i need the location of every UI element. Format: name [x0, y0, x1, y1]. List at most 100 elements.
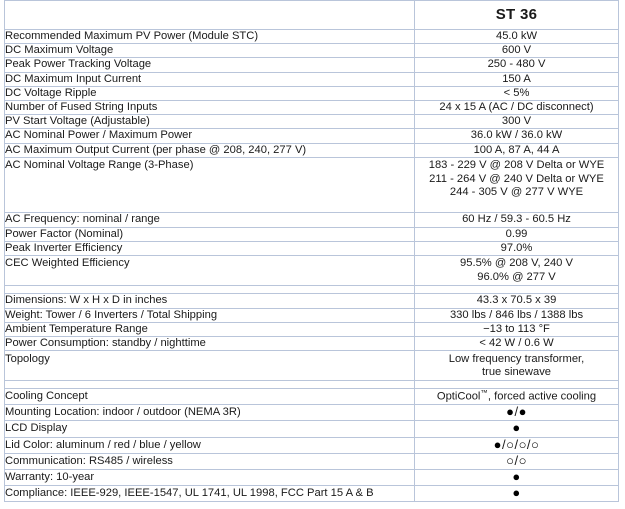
spec-label: Number of Fused String Inputs — [4, 100, 415, 116]
table-row: Ambient Temperature Range −13 to 113 °F — [4, 321, 619, 338]
spec-value: 36.0 kW / 36.0 kW — [414, 128, 619, 144]
spec-label: AC Nominal Voltage Range (3-Phase) — [4, 156, 415, 214]
table-row: DC Maximum Voltage 600 V — [4, 43, 619, 59]
table-row: Topology Low frequency transformer, true s… — [4, 350, 619, 382]
spec-label: DC Maximum Input Current — [4, 71, 415, 87]
spec-value: 0.99 — [414, 226, 619, 242]
spec-label: Compliance: IEEE-929, IEEE-1547, UL 1741… — [4, 485, 415, 503]
spec-value: −13 to 113 °F — [414, 321, 619, 338]
spec-label: Mounting Location: indoor / outdoor (NEM… — [4, 404, 415, 422]
header-label-cell — [4, 0, 415, 30]
filled-circle-icon: ● — [512, 469, 521, 484]
availability-indicator-group: ● — [512, 420, 520, 435]
table-row: AC Nominal Power / Maximum Power 36.0 kW … — [4, 128, 619, 144]
table-row: Number of Fused String Inputs 24 x 15 A (… — [4, 100, 619, 116]
spacer-label-cell — [4, 285, 415, 295]
spec-label: Warranty: 10-year — [4, 468, 415, 487]
filled-circle-icon: ● — [493, 436, 502, 452]
spec-label: Lid Color: aluminum / red / blue / yello… — [4, 436, 415, 454]
table-row: Recommended Maximum PV Power (Module STC… — [4, 28, 619, 45]
spec-value: 100 A, 87 A, 44 A — [414, 142, 619, 158]
spec-label: Power Factor (Nominal) — [4, 226, 415, 242]
trademark-icon: ™ — [480, 388, 488, 398]
filled-circle-icon: ● — [512, 485, 521, 501]
spec-value: OptiCool™, forced active cooling — [414, 388, 619, 406]
spec-value-line: 95.5% @ 208 V, 240 V — [460, 257, 573, 270]
spacer-value-cell — [414, 380, 619, 390]
spec-value: 300 V — [414, 114, 619, 130]
table-header: ST 36 — [4, 0, 619, 30]
table-row: Warranty: 10-year ● — [4, 468, 619, 487]
specification-sheet: ST 36 Recommended Maximum PV Power (Modu… — [0, 0, 625, 509]
table-body: Recommended Maximum PV Power (Module STC… — [4, 28, 619, 503]
table-row: Cooling Concept OptiCool™, forced active … — [4, 388, 619, 406]
spec-label: Recommended Maximum PV Power (Module STC… — [4, 28, 415, 45]
spec-value: ●/○/○/○ — [414, 436, 619, 454]
hollow-circle-icon: ○ — [518, 452, 527, 468]
availability-indicator-group: ●/○/○/○ — [494, 437, 540, 452]
table-row: Communication: RS485 / wireless ○/○ — [4, 452, 619, 471]
spec-label: Peak Power Tracking Voltage — [4, 57, 415, 73]
spec-label: Topology — [4, 350, 415, 382]
spacer-label-cell — [4, 380, 415, 390]
spec-value: 43.3 x 70.5 x 39 — [414, 293, 619, 309]
availability-indicator-group: ● — [512, 485, 520, 500]
table-row: LCD Display ● — [4, 420, 619, 438]
table-row: Mounting Location: indoor / outdoor (NEM… — [4, 404, 619, 422]
spec-value: ●/● — [414, 404, 619, 422]
spec-label: Ambient Temperature Range — [4, 321, 415, 338]
availability-indicator-group: ○/○ — [506, 453, 527, 468]
spec-label: LCD Display — [4, 420, 415, 438]
spec-value-line: 96.0% @ 277 V — [477, 270, 556, 283]
table-row: CEC Weighted Efficiency 95.5% @ 208 V, 24… — [4, 254, 619, 287]
hollow-circle-icon: ○ — [518, 436, 527, 452]
spec-value-line: true sinewave — [481, 366, 552, 379]
hollow-circle-icon: ○ — [531, 436, 540, 452]
spec-value: < 42 W / 0.6 W — [414, 336, 619, 352]
table-row: Compliance: IEEE-929, IEEE-1547, UL 1741… — [4, 485, 619, 503]
spec-value: 330 lbs / 846 lbs / 1388 lbs — [414, 307, 619, 323]
availability-indicator-group: ● — [512, 469, 520, 484]
spec-label: Cooling Concept — [4, 388, 415, 406]
spec-value: Low frequency transformer, true sinewave — [414, 350, 619, 382]
spec-value-line: 183 - 229 V @ 208 V Delta or WYE — [428, 159, 605, 172]
spec-value: 60 Hz / 59.3 - 60.5 Hz — [414, 212, 619, 228]
spec-value: ○/○ — [414, 452, 619, 471]
spec-value: ● — [414, 420, 619, 438]
table-row: PV Start Voltage (Adjustable) 300 V — [4, 114, 619, 130]
spec-value: 600 V — [414, 43, 619, 59]
spec-value: ● — [414, 468, 619, 487]
spec-label: AC Frequency: nominal / range — [4, 212, 415, 228]
table-row: Dimensions: W x H x D in inches 43.3 x 70… — [4, 293, 619, 309]
spec-value: 45.0 kW — [414, 28, 619, 45]
spec-value-line: Low frequency transformer, — [448, 353, 585, 366]
spec-label: Communication: RS485 / wireless — [4, 452, 415, 471]
spec-label: CEC Weighted Efficiency — [4, 254, 415, 287]
spec-value: 150 A — [414, 71, 619, 87]
spec-value-line: 211 - 264 V @ 240 V Delta or WYE — [429, 172, 604, 185]
table-row: AC Nominal Voltage Range (3-Phase) 183 - … — [4, 156, 619, 214]
table-row: Weight: Tower / 6 Inverters / Total Ship… — [4, 307, 619, 323]
spec-value: 95.5% @ 208 V, 240 V 96.0% @ 277 V — [414, 254, 619, 287]
table-row: DC Voltage Ripple < 5% — [4, 85, 619, 102]
spec-label: Weight: Tower / 6 Inverters / Total Ship… — [4, 307, 415, 323]
spec-label: Peak Inverter Efficiency — [4, 240, 415, 256]
header-row: ST 36 — [4, 0, 619, 30]
spec-label: PV Start Voltage (Adjustable) — [4, 114, 415, 130]
spec-label: Power Consumption: standby / nighttime — [4, 336, 415, 352]
spec-value-text: OptiCool — [436, 390, 481, 403]
spec-value: 250 - 480 V — [414, 57, 619, 73]
spec-value-line: 244 - 305 V @ 277 V WYE — [449, 185, 584, 198]
spec-value: < 5% — [414, 85, 619, 102]
filled-circle-icon: ● — [512, 420, 521, 436]
spec-label: Dimensions: W x H x D in inches — [4, 293, 415, 309]
spec-value-text-tail: , forced active cooling — [487, 390, 597, 403]
table-row: Power Factor (Nominal) 0.99 — [4, 226, 619, 242]
spec-label: DC Maximum Voltage — [4, 43, 415, 59]
spec-value: 183 - 229 V @ 208 V Delta or WYE 211 - 26… — [414, 156, 619, 214]
section-spacer-row — [4, 380, 619, 390]
spec-label: AC Maximum Output Current (per phase @ 2… — [4, 142, 415, 158]
section-spacer-row — [4, 285, 619, 295]
spec-label: AC Nominal Power / Maximum Power — [4, 128, 415, 144]
spacer-value-cell — [414, 285, 619, 295]
